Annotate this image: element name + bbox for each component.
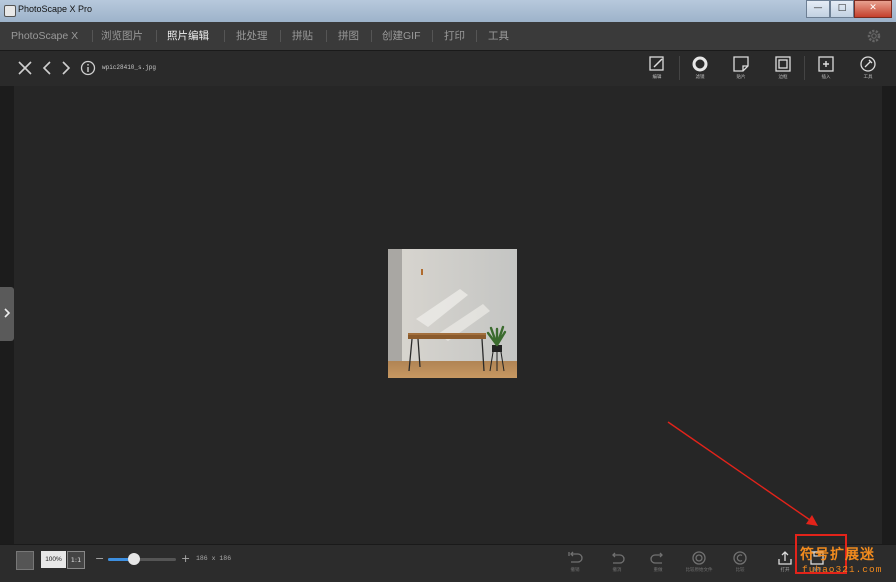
tool-frame[interactable]: 边框 (767, 53, 799, 83)
chevron-right-icon[interactable] (58, 60, 74, 76)
zoom-slider[interactable] (108, 558, 176, 561)
tool-tools[interactable]: 工具 (852, 53, 884, 83)
tab-viewer[interactable]: 浏览图片 (101, 22, 143, 50)
menu-divider (156, 30, 157, 42)
menu-divider (224, 30, 225, 42)
menu-divider (280, 30, 281, 42)
title-bar: PhotoScape X Pro — □ ✕ (0, 0, 896, 22)
tool-edit[interactable]: 编辑 (641, 53, 673, 83)
share-icon (778, 551, 792, 565)
zoom-percentage[interactable]: 100% (41, 551, 66, 568)
action-label: 撤消 (612, 568, 622, 573)
tool-label: 贴片 (736, 75, 746, 80)
insert-icon (818, 56, 834, 72)
menu-divider (326, 30, 327, 42)
minimize-button[interactable]: — (806, 0, 830, 18)
tool-divider (679, 56, 680, 80)
tool-label: 边框 (778, 75, 788, 80)
tools-icon (860, 56, 876, 72)
menu-divider (476, 30, 477, 42)
menu-divider (371, 30, 372, 42)
undo-button[interactable]: 撤消 (602, 547, 632, 579)
menu-divider (92, 30, 93, 42)
compare-icon (692, 551, 706, 565)
site-watermark: 符号扩展迷 fuhao321.com (798, 544, 896, 582)
app-window: PhotoScape X Pro — □ ✕ PhotoScape X 浏览图片… (0, 0, 896, 582)
watermark-text: 符号扩展迷 (800, 547, 875, 563)
tool-label: 编辑 (652, 75, 662, 80)
circle-icon (692, 56, 708, 72)
tab-editor[interactable]: 照片编辑 (167, 22, 209, 50)
undo-all-button[interactable]: 撤销 (560, 547, 590, 579)
zoom-in-button[interactable]: + (181, 552, 190, 566)
actual-size-button[interactable]: 1:1 (67, 551, 85, 569)
tab-tools[interactable]: 工具 (488, 22, 509, 50)
frame-icon (775, 56, 791, 72)
menu-divider (432, 30, 433, 42)
tool-label: 滤镜 (695, 75, 705, 80)
gear-icon[interactable] (866, 28, 882, 44)
close-icon[interactable] (17, 60, 33, 76)
action-label: 比较 (735, 568, 745, 573)
chevron-left-icon[interactable] (39, 60, 55, 76)
maximize-button[interactable]: □ (830, 0, 854, 18)
expand-panel-button[interactable] (0, 287, 14, 341)
toggle-panel-button[interactable] (16, 551, 34, 570)
tab-combine[interactable]: 拼图 (338, 22, 359, 50)
tab-collage[interactable]: 拼贴 (292, 22, 313, 50)
app-icon (4, 5, 16, 17)
tab-print[interactable]: 打印 (444, 22, 465, 50)
action-label: 重做 (653, 568, 663, 573)
tool-filter[interactable]: 滤镜 (684, 53, 716, 83)
chevron-right-icon (4, 308, 11, 318)
compare-button[interactable]: 比较 (725, 547, 755, 579)
tool-divider (804, 56, 805, 80)
zoom-out-button[interactable]: − (95, 552, 104, 566)
window-title: PhotoScape X Pro (18, 4, 93, 14)
undo-icon (612, 552, 625, 564)
tab-batch[interactable]: 批处理 (236, 22, 268, 50)
tool-label: 插入 (821, 75, 831, 80)
right-panel-edge (882, 86, 896, 544)
edited-photo (388, 249, 517, 378)
tool-label: 工具 (863, 75, 873, 80)
window-controls: — □ ✕ (806, 0, 892, 18)
file-name: wpic28410_s.jpg (102, 64, 157, 71)
undo-all-icon (568, 551, 583, 563)
compare-c-icon (733, 551, 747, 565)
sticker-icon (733, 56, 749, 72)
edit-icon (649, 56, 664, 71)
compare-original-button[interactable]: 比较原始文件 (684, 547, 714, 579)
action-label: 比较原始文件 (685, 568, 713, 573)
redo-icon (650, 552, 663, 564)
info-icon[interactable] (80, 60, 96, 76)
redo-button[interactable]: 重做 (643, 547, 673, 579)
action-label: 撤销 (570, 568, 580, 573)
image-dimensions: 186 x 186 (196, 555, 232, 562)
tool-sticker[interactable]: 贴片 (725, 53, 757, 83)
close-window-button[interactable]: ✕ (854, 0, 892, 18)
tab-create-gif[interactable]: 创建GIF (382, 22, 421, 50)
tool-insert[interactable]: 插入 (810, 53, 842, 83)
tab-photoscape-x[interactable]: PhotoScape X (11, 22, 78, 50)
zoom-slider-handle[interactable] (127, 553, 140, 565)
watermark-url: fuhao321.com (802, 564, 883, 575)
